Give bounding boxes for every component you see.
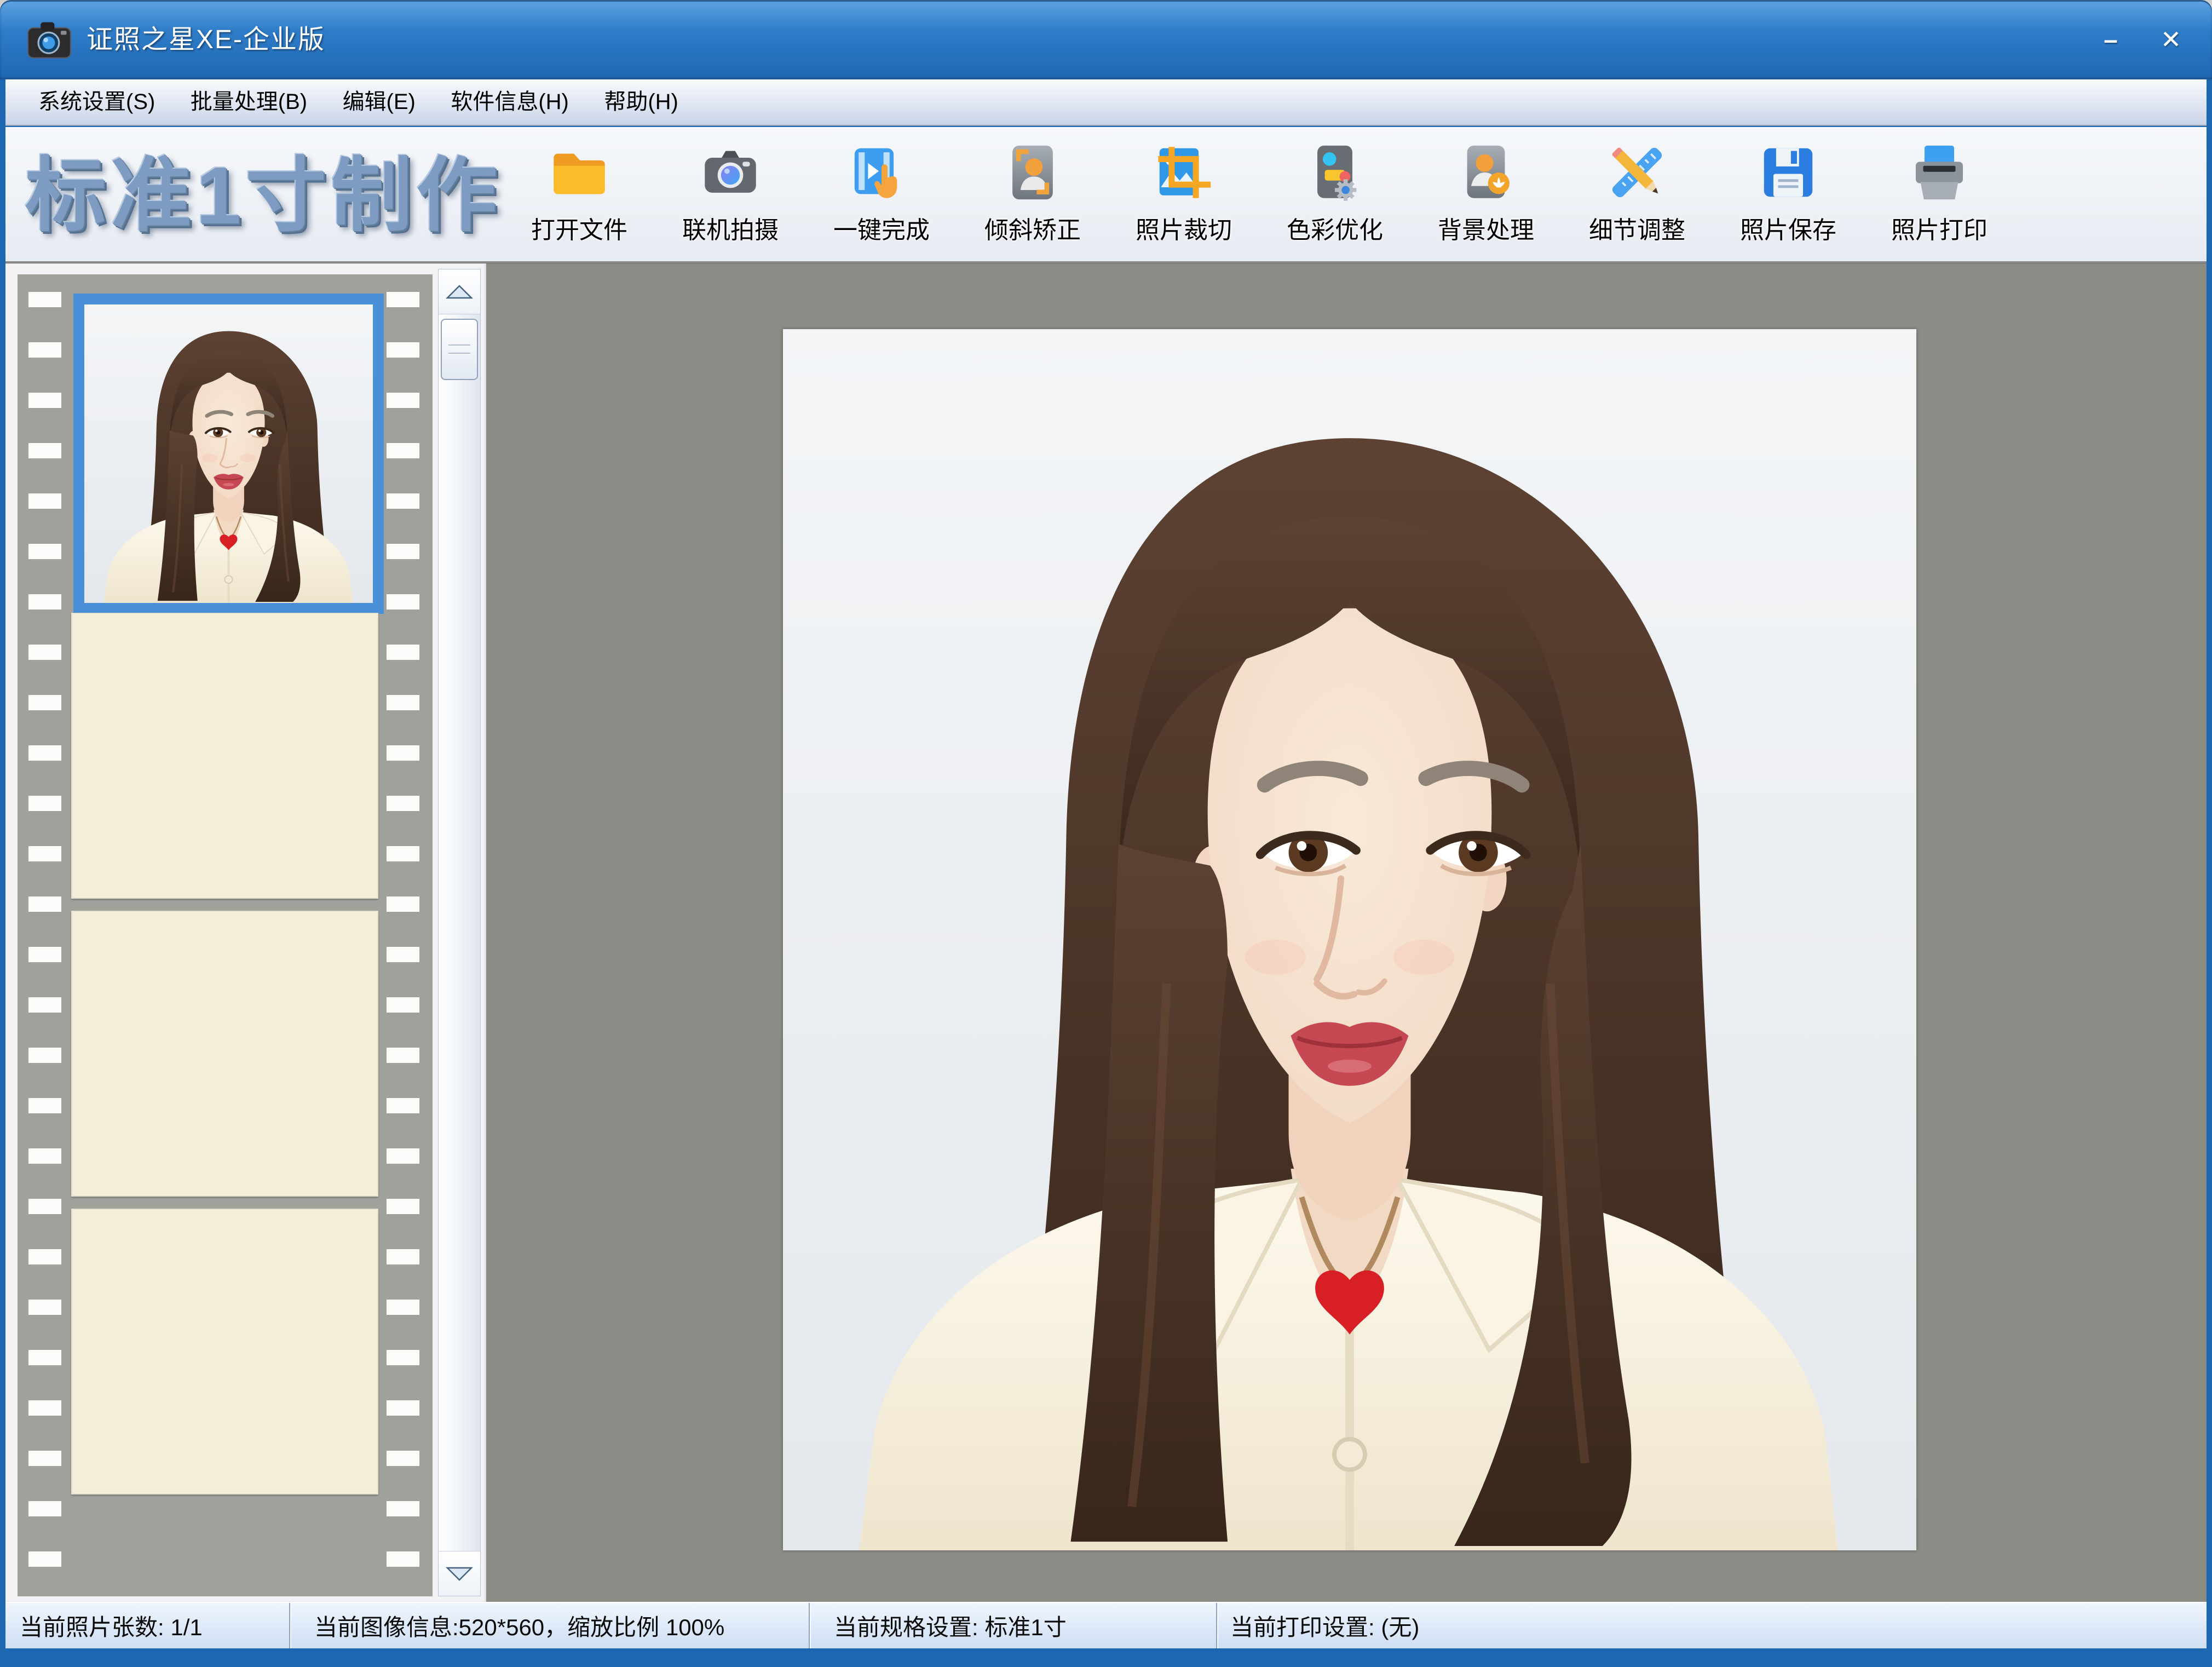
photo-save-button[interactable]: 照片保存 — [1713, 127, 1864, 263]
tool-label: 照片裁切 — [1136, 210, 1232, 245]
window-title: 证照之星XE-企业版 — [87, 0, 325, 79]
toolbar: 标准1寸制作 打开文件 联机拍摄 — [5, 127, 2207, 263]
thumbnail-empty-slot[interactable] — [71, 911, 378, 1197]
photo-print-button[interactable]: 照片打印 — [1864, 127, 2015, 263]
menu-item-help[interactable]: 帮助(H) — [587, 79, 695, 125]
scroll-down-arrow-icon — [445, 1565, 474, 1583]
content-area — [5, 263, 2207, 1602]
background-process-icon — [1454, 140, 1518, 205]
menu-item-software-info[interactable]: 软件信息(H) — [434, 79, 585, 125]
tool-label: 细节调整 — [1589, 210, 1685, 245]
tilt-correction-icon — [1000, 140, 1065, 205]
portrait-thumbnail-image — [84, 304, 373, 603]
status-image-info: 当前图像信息:520*560，缩放比例 100% — [289, 1603, 809, 1648]
sidebar-scrollbar[interactable] — [438, 269, 481, 1596]
photo-print-icon — [1907, 140, 1972, 205]
thumbnail-sidebar — [5, 263, 486, 1602]
color-optimize-button[interactable]: 色彩优化 — [1259, 127, 1410, 263]
menu-item-system-settings[interactable]: 系统设置(S) — [22, 79, 171, 125]
photo-preview — [783, 329, 1916, 1550]
background-process-button[interactable]: 背景处理 — [1410, 127, 1562, 263]
status-spec-setting: 当前规格设置: 标准1寸 — [809, 1603, 1216, 1648]
filmstrip — [18, 274, 433, 1596]
scrollbar-thumb[interactable] — [441, 319, 478, 380]
status-print-setting: 当前打印设置: (无) — [1216, 1603, 2207, 1648]
photo-crop-button[interactable]: 照片裁切 — [1108, 127, 1259, 263]
tool-label: 照片打印 — [1891, 210, 1988, 245]
tool-label: 照片保存 — [1740, 210, 1836, 245]
thumbnail-empty-slot[interactable] — [71, 1209, 378, 1494]
film-sprocket-holes-right — [387, 274, 419, 1596]
status-photo-count: 当前照片张数: 1/1 — [5, 1603, 289, 1648]
tool-label: 背景处理 — [1438, 210, 1534, 245]
open-file-folder-icon — [547, 140, 612, 205]
photo-crop-icon — [1151, 140, 1216, 205]
tool-label: 打开文件 — [531, 210, 627, 245]
camera-app-icon — [26, 20, 72, 60]
open-file-button[interactable]: 打开文件 — [504, 127, 655, 263]
statusbar: 当前照片张数: 1/1 当前图像信息:520*560，缩放比例 100% 当前规… — [5, 1602, 2207, 1648]
minimize-button[interactable]: – — [2081, 0, 2141, 79]
menubar: 系统设置(S) 批量处理(B) 编辑(E) 软件信息(H) 帮助(H) — [5, 79, 2207, 126]
portrait-image — [783, 329, 1916, 1550]
scroll-down-button[interactable] — [439, 1551, 480, 1596]
main-canvas — [486, 263, 2207, 1602]
scroll-up-arrow-icon — [445, 283, 474, 301]
close-button[interactable]: ✕ — [2141, 0, 2201, 79]
thumbnail-empty-slot[interactable] — [71, 613, 378, 899]
tool-label: 一键完成 — [833, 210, 930, 245]
color-optimize-icon — [1303, 140, 1367, 205]
photo-save-icon — [1756, 140, 1821, 205]
tilt-correction-button[interactable]: 倾斜矫正 — [957, 127, 1108, 263]
camera-capture-button[interactable]: 联机拍摄 — [655, 127, 806, 263]
film-sprocket-holes-left — [28, 274, 61, 1596]
tool-label: 色彩优化 — [1287, 210, 1383, 245]
scroll-up-button[interactable] — [439, 269, 480, 314]
mode-title: 标准1寸制作 — [25, 127, 502, 263]
one-click-finish-icon — [849, 140, 914, 205]
detail-adjust-icon — [1605, 140, 1669, 205]
camera-capture-icon — [698, 140, 763, 205]
tool-label: 倾斜矫正 — [984, 210, 1081, 245]
thumbnail-photo-selected[interactable] — [73, 294, 384, 614]
menu-item-batch-process[interactable]: 批量处理(B) — [174, 79, 324, 125]
app-window: 证照之星XE-企业版 – ✕ 系统设置(S) 批量处理(B) 编辑(E) 软件信… — [0, 0, 2212, 1667]
toolbar-buttons: 打开文件 联机拍摄 — [504, 127, 2015, 263]
tool-label: 联机拍摄 — [682, 210, 779, 245]
detail-adjust-button[interactable]: 细节调整 — [1562, 127, 1713, 263]
one-click-finish-button[interactable]: 一键完成 — [806, 127, 957, 263]
menu-item-edit[interactable]: 编辑(E) — [326, 79, 432, 125]
titlebar[interactable]: 证照之星XE-企业版 – ✕ — [0, 0, 2212, 79]
